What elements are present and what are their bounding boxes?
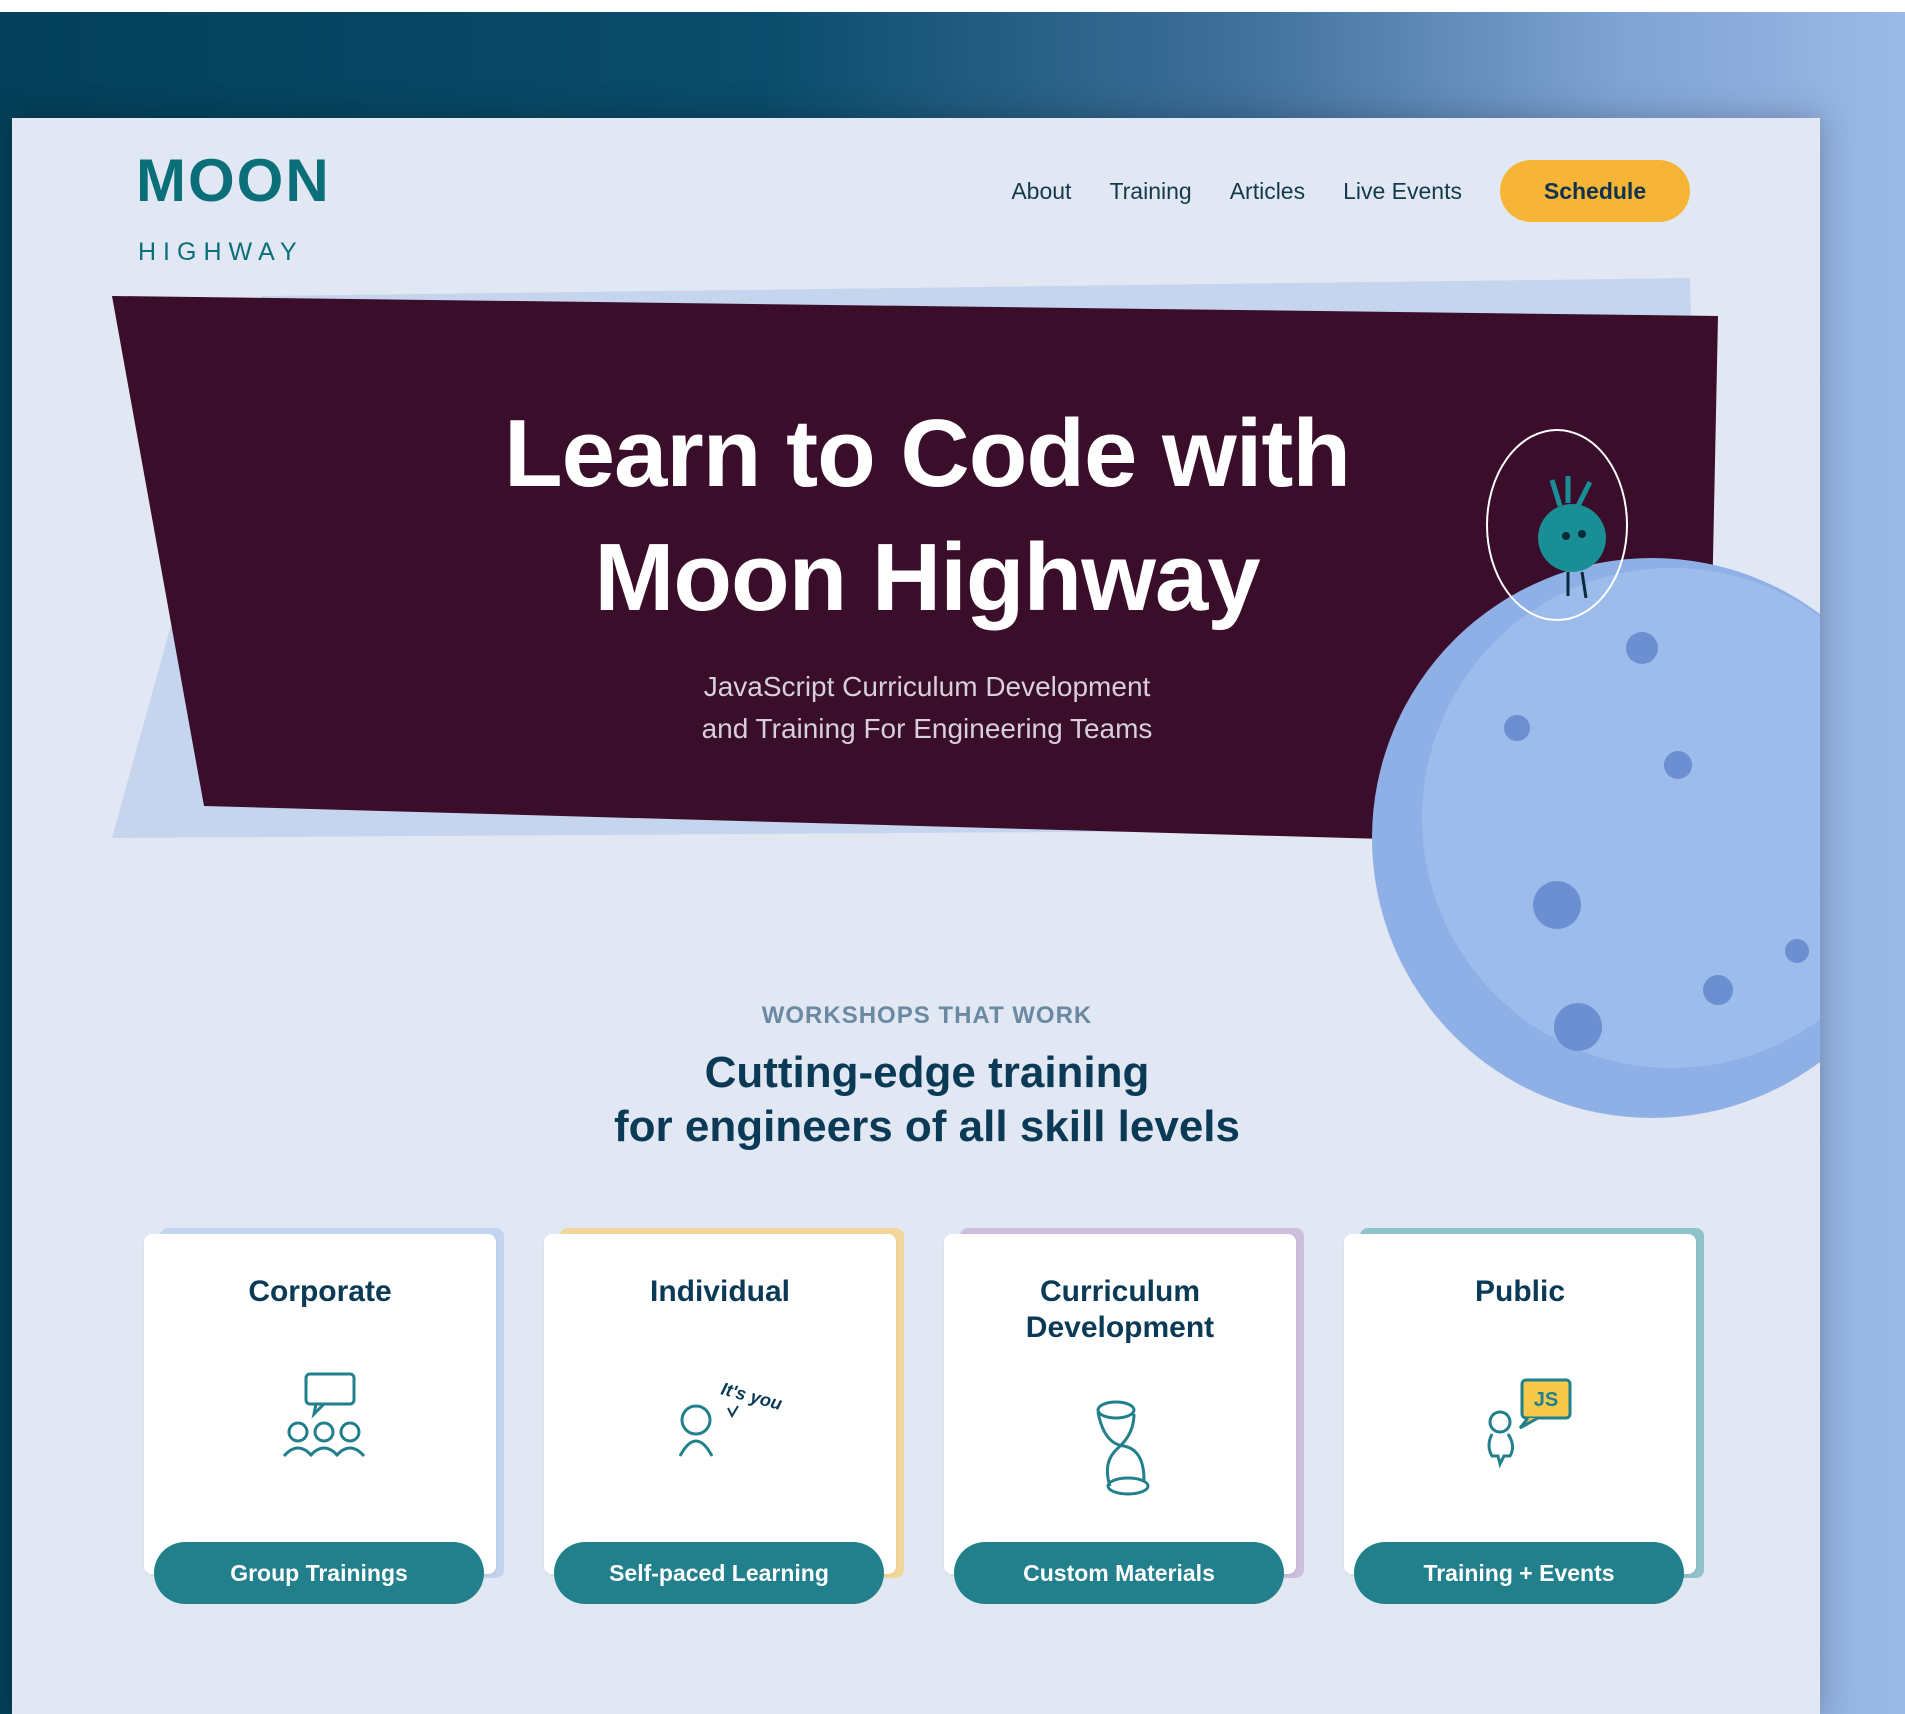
- card-title: Corporate: [248, 1275, 392, 1308]
- card-title: Curriculum Development: [944, 1274, 1296, 1346]
- card-title-line2: Development: [1025, 1311, 1215, 1344]
- page: MOON HIGHWAY About Training Articles Liv…: [12, 118, 1820, 1714]
- card-individual-body: Individual It's you: [544, 1234, 896, 1574]
- hero-title-line1: Learn to Code with: [504, 400, 1351, 507]
- card-title-line1: Curriculum: [1039, 1275, 1201, 1308]
- group-chat-icon: [282, 1372, 366, 1458]
- card-curriculum-body: Curriculum Development: [944, 1234, 1296, 1574]
- card-public[interactable]: Public JS Training + Events: [1340, 1228, 1704, 1604]
- top-band: [0, 0, 1905, 12]
- self-paced-learning-button[interactable]: Self-paced Learning: [554, 1542, 884, 1604]
- logo[interactable]: MOON HIGHWAY: [136, 146, 336, 266]
- nav-about[interactable]: About: [1011, 178, 1071, 205]
- logo-subtitle: HIGHWAY: [138, 238, 304, 266]
- section-title: Cutting-edge training for engineers of a…: [412, 1046, 1442, 1154]
- hero-subtitle-line2: and Training For Engineering Teams: [701, 713, 1153, 744]
- card-corporate-body: Corporate: [144, 1234, 496, 1574]
- hero-title: Learn to Code with Moon Highway: [302, 392, 1552, 640]
- card-title: Individual: [649, 1275, 790, 1308]
- card-individual[interactable]: Individual It's you Self-paced Learning: [540, 1228, 904, 1604]
- hero-title-line2: Moon Highway: [594, 524, 1260, 631]
- section-title-line1: Cutting-edge training: [704, 1048, 1150, 1097]
- person-js-icon: JS: [1487, 1378, 1572, 1469]
- card-title: Public: [1474, 1275, 1565, 1308]
- logo-wordmark: MOON: [136, 147, 331, 214]
- nav-training[interactable]: Training: [1109, 178, 1191, 205]
- schedule-button[interactable]: Schedule: [1500, 160, 1690, 222]
- group-trainings-button[interactable]: Group Trainings: [154, 1542, 484, 1604]
- custom-materials-button[interactable]: Custom Materials: [954, 1542, 1284, 1604]
- nav-live-events[interactable]: Live Events: [1343, 178, 1462, 205]
- section-eyebrow: WORKSHOPS THAT WORK: [761, 1002, 1093, 1029]
- hero-subtitle: JavaScript Curriculum Development and Tr…: [552, 666, 1302, 750]
- nav-articles[interactable]: Articles: [1230, 178, 1305, 205]
- training-events-button[interactable]: Training + Events: [1354, 1542, 1684, 1604]
- card-corporate[interactable]: Corporate Group Trainings: [140, 1228, 504, 1604]
- section-title-line2: for engineers of all skill levels: [613, 1102, 1241, 1151]
- hero-subtitle-line1: JavaScript Curriculum Development: [703, 671, 1151, 702]
- person-its-you-icon: It's you: [678, 1379, 784, 1457]
- card-curriculum[interactable]: Curriculum Development Custom Materials: [940, 1228, 1304, 1604]
- main-nav: About Training Articles Live Events Sche…: [973, 160, 1690, 222]
- js-label: JS: [1534, 1389, 1558, 1411]
- hourglass-icon: [1096, 1400, 1150, 1496]
- card-public-body: Public JS: [1344, 1234, 1696, 1574]
